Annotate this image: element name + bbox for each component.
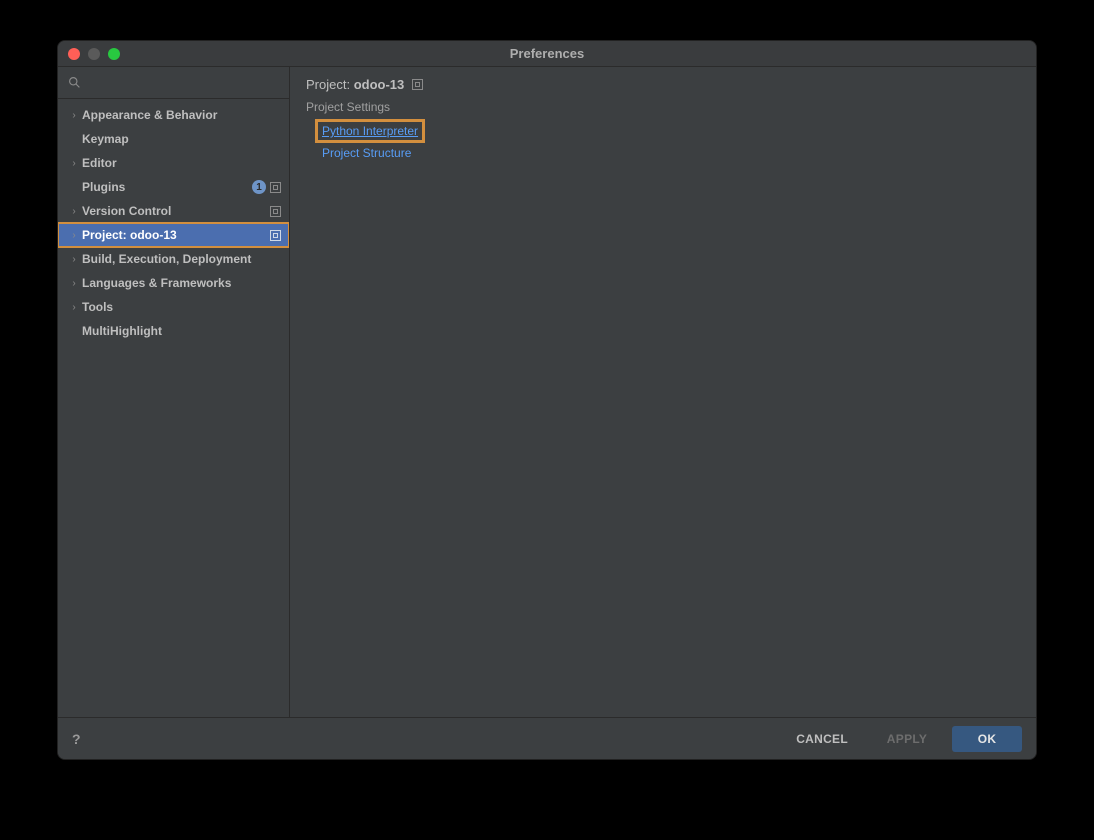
sidebar-item-label: Languages & Frameworks	[82, 276, 281, 290]
ok-button[interactable]: OK	[952, 726, 1022, 752]
sidebar-item[interactable]: MultiHighlight	[58, 319, 289, 343]
sidebar-item-label: Tools	[82, 300, 281, 314]
chevron-right-icon: ›	[68, 302, 80, 313]
sidebar-item-label: MultiHighlight	[82, 324, 281, 338]
project-scope-icon	[270, 230, 281, 241]
chevron-right-icon: ›	[68, 230, 80, 241]
chevron-right-icon: ›	[68, 206, 80, 217]
sidebar-item[interactable]: ›Tools	[58, 295, 289, 319]
preferences-window: Preferences ›Appearance & BehaviorKeymap…	[57, 40, 1037, 760]
update-badge: 1	[252, 180, 266, 194]
sidebar-item-label: Appearance & Behavior	[82, 108, 281, 122]
project-scope-icon	[270, 182, 281, 193]
dialog-footer: ? CANCEL APPLY OK	[58, 717, 1036, 759]
sidebar-item-label: Editor	[82, 156, 281, 170]
sidebar-item[interactable]: ›Build, Execution, Deployment	[58, 247, 289, 271]
project-scope-icon	[270, 206, 281, 217]
main-panel: Project: odoo-13 Project Settings Python…	[290, 67, 1036, 717]
help-button[interactable]: ?	[72, 731, 81, 747]
sidebar-item-label: Keymap	[82, 132, 281, 146]
project-scope-icon	[412, 79, 423, 90]
section-title: Project Settings	[290, 96, 1036, 118]
sidebar-item-label: Plugins	[82, 180, 252, 194]
cancel-button[interactable]: CANCEL	[782, 726, 862, 752]
sidebar-item[interactable]: ›Version Control	[58, 199, 289, 223]
breadcrumb-project: odoo-13	[354, 77, 405, 92]
titlebar: Preferences	[58, 41, 1036, 67]
search-input[interactable]	[87, 76, 279, 90]
zoom-window-button[interactable]	[108, 48, 120, 60]
chevron-right-icon: ›	[68, 254, 80, 265]
apply-button: APPLY	[872, 726, 942, 752]
window-controls	[68, 48, 120, 60]
window-title: Preferences	[58, 46, 1036, 61]
sidebar-item[interactable]: ›Appearance & Behavior	[58, 103, 289, 127]
sidebar-item-label: Build, Execution, Deployment	[82, 252, 281, 266]
search-box[interactable]	[58, 67, 289, 99]
minimize-window-button[interactable]	[88, 48, 100, 60]
sidebar-item-label: Project: odoo-13	[82, 228, 270, 242]
main-header: Project: odoo-13	[290, 67, 1036, 96]
breadcrumb: Project: odoo-13	[306, 77, 404, 92]
project-settings-links: Python Interpreter Project Structure	[290, 118, 1036, 162]
dialog-body: ›Appearance & BehaviorKeymap›EditorPlugi…	[58, 67, 1036, 717]
sidebar-item[interactable]: ›Project: odoo-13	[58, 223, 289, 247]
breadcrumb-prefix: Project:	[306, 77, 350, 92]
chevron-right-icon: ›	[68, 278, 80, 289]
project-settings-link[interactable]: Project Structure	[318, 144, 415, 162]
sidebar: ›Appearance & BehaviorKeymap›EditorPlugi…	[58, 67, 290, 717]
chevron-right-icon: ›	[68, 110, 80, 121]
close-window-button[interactable]	[68, 48, 80, 60]
chevron-right-icon: ›	[68, 158, 80, 169]
search-icon	[68, 76, 81, 89]
sidebar-item[interactable]: Plugins1	[58, 175, 289, 199]
sidebar-item[interactable]: Keymap	[58, 127, 289, 151]
sidebar-item-label: Version Control	[82, 204, 270, 218]
settings-tree: ›Appearance & BehaviorKeymap›EditorPlugi…	[58, 99, 289, 717]
sidebar-item[interactable]: ›Editor	[58, 151, 289, 175]
project-settings-link[interactable]: Python Interpreter	[318, 122, 422, 140]
sidebar-item[interactable]: ›Languages & Frameworks	[58, 271, 289, 295]
